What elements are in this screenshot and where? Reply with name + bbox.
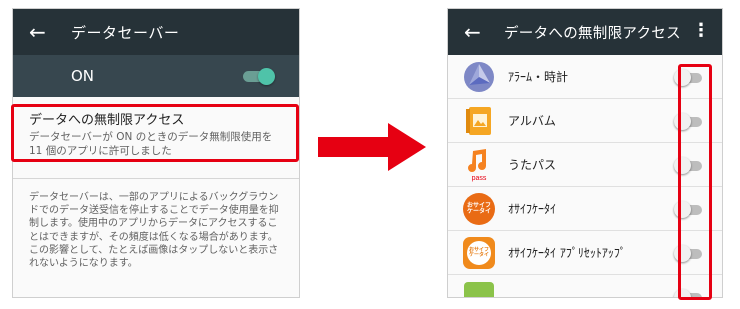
- utapass-icon: pass: [462, 148, 496, 182]
- app-bar: ← データセーバー: [13, 9, 299, 55]
- back-arrow-icon[interactable]: ←: [29, 20, 57, 44]
- right-arrow-icon: [318, 123, 426, 171]
- app-name: アルバム: [508, 114, 556, 128]
- data-saver-switch-bar[interactable]: ON: [13, 55, 299, 97]
- utapass-icon-text: pass: [472, 175, 487, 182]
- highlight-frame-left: [11, 104, 299, 162]
- page-title: データセーバー: [71, 23, 180, 42]
- app-bar: ← データへの無制限アクセス ⋮: [448, 9, 722, 55]
- osaifu-icon-text: おサイフ ケータイ: [463, 192, 495, 225]
- app-name: ｱﾗｰﾑ・時計: [508, 70, 569, 84]
- app-name: ｵｻｲﾌｹｰﾀｲ: [508, 202, 557, 216]
- clock-icon: [462, 60, 496, 94]
- osaifu-icon-text: おサイフ ケータイ: [467, 240, 491, 265]
- app-icon: [462, 280, 496, 297]
- more-menu-icon[interactable]: ⋮: [692, 22, 710, 40]
- back-arrow-icon[interactable]: ←: [464, 20, 492, 44]
- highlight-frame-right: [678, 64, 712, 300]
- album-icon: [462, 104, 496, 138]
- page-title: データへの無制限アクセス: [504, 25, 681, 42]
- data-saver-toggle[interactable]: [241, 66, 275, 86]
- app-name: うたパス: [508, 158, 557, 172]
- osaifu-setup-icon: おサイフ ケータイ: [462, 236, 496, 270]
- data-saver-description: データセーバーは、一部のアプリによるバックグラウンドでのデータ送受信を停止するこ…: [29, 192, 279, 270]
- app-name: ｵｻｲﾌｹｰﾀｲ ｱﾌﾟﾘｾｯﾄｱｯﾌﾟ: [508, 246, 626, 260]
- switch-label: ON: [71, 67, 95, 85]
- osaifu-keitai-icon: おサイフ ケータイ: [462, 192, 496, 226]
